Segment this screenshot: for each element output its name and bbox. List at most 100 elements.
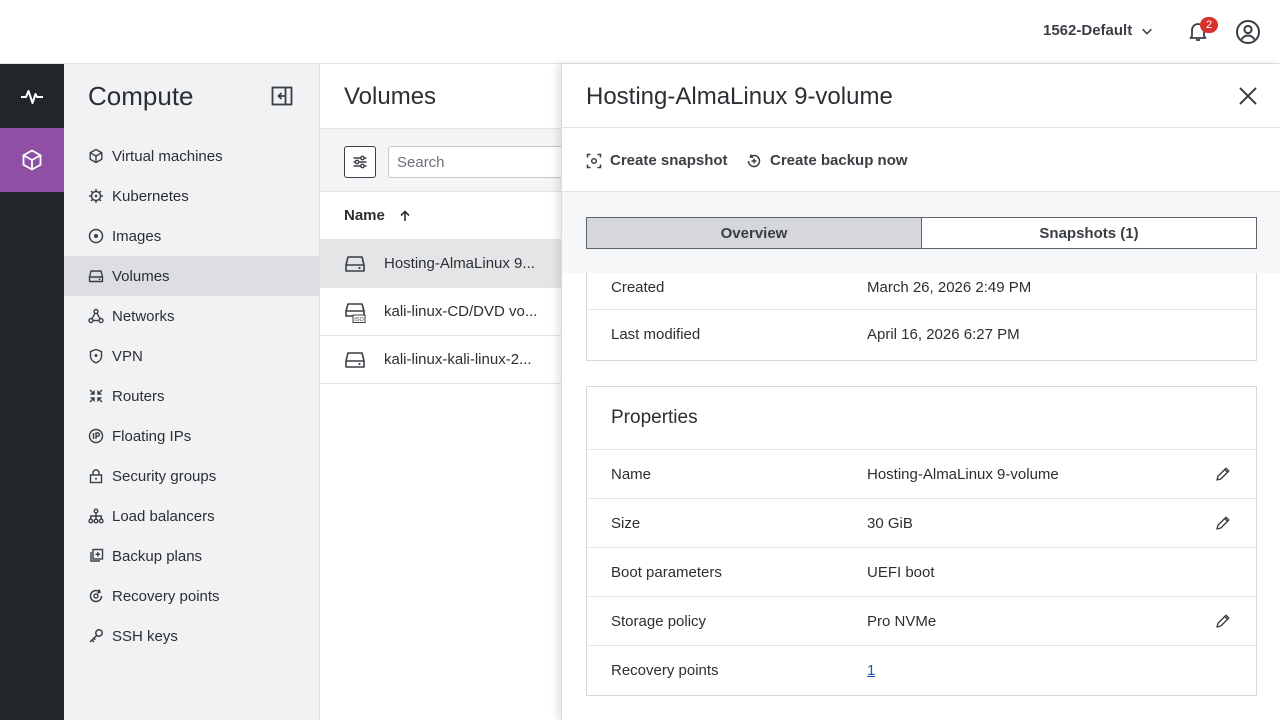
sidebar-item-label: Virtual machines xyxy=(112,147,223,165)
edit-storage-icon[interactable] xyxy=(1215,613,1231,629)
kubernetes-icon xyxy=(89,189,103,203)
modified-label: Last modified xyxy=(611,326,701,343)
hierarchy-icon xyxy=(88,508,104,524)
project-selector[interactable]: 1562-Default xyxy=(1043,22,1154,39)
tab-snapshots[interactable]: Snapshots (1) xyxy=(922,217,1257,249)
size-label: Size xyxy=(611,514,641,532)
shield-icon xyxy=(89,348,103,364)
sidebar-item-label: Kubernetes xyxy=(112,187,189,205)
sidebar-item-label: Floating IPs xyxy=(112,427,192,445)
modified-row: Last modified April 16, 2026 6:27 PM xyxy=(587,310,1256,359)
disc-icon xyxy=(88,228,104,244)
create-snapshot-label: Create snapshot xyxy=(610,152,728,169)
volume-name: kali-linux-CD/DVD vo... xyxy=(384,303,538,320)
storage-label: Storage policy xyxy=(611,612,707,630)
properties-card: Properties Name Hosting-AlmaLinux 9-volu… xyxy=(586,386,1257,696)
drawer-content[interactable]: Created March 26, 2026 2:49 PM Last modi… xyxy=(562,273,1280,720)
info-card: Created March 26, 2026 2:49 PM Last modi… xyxy=(586,273,1257,361)
size-row: Size 30 GiB xyxy=(587,499,1256,548)
sidebar-item-label: Volumes xyxy=(112,267,170,285)
create-snapshot-button[interactable]: Create snapshot xyxy=(586,152,728,169)
iso-drive-icon: ISO xyxy=(345,302,366,323)
key-icon xyxy=(89,629,103,643)
create-backup-label: Create backup now xyxy=(770,152,908,169)
drawer-title: Hosting-AlmaLinux 9-volume xyxy=(586,83,893,110)
name-row: Name Hosting-AlmaLinux 9-volume xyxy=(587,450,1256,499)
sidebar-item-kubernetes[interactable]: Kubernetes xyxy=(64,176,319,216)
create-backup-button[interactable]: Create backup now xyxy=(746,152,908,169)
drawer-header: Hosting-AlmaLinux 9-volume xyxy=(562,64,1280,128)
sidebar-item-label: VPN xyxy=(112,347,143,365)
snapshot-icon xyxy=(586,153,602,168)
column-header-label: Name xyxy=(344,207,385,224)
sidebar-nav: Virtual machines Kubernetes Images Volum… xyxy=(64,136,319,656)
recovery-points-link[interactable]: 1 xyxy=(867,662,875,679)
sliders-icon xyxy=(353,155,367,169)
pulse-icon xyxy=(21,90,43,104)
chevron-down-icon xyxy=(1142,28,1153,35)
created-label: Created xyxy=(611,279,665,296)
sidebar-item-label: Recovery points xyxy=(112,587,220,605)
properties-title: Properties xyxy=(587,387,1256,450)
volume-name: Hosting-AlmaLinux 9... xyxy=(384,255,535,272)
boot-label: Boot parameters xyxy=(611,563,722,581)
sidebar-item-floating-ips[interactable]: Floating IPs xyxy=(64,416,319,456)
sidebar-item-label: Images xyxy=(112,227,162,245)
name-value: Hosting-AlmaLinux 9-volume xyxy=(867,465,1059,483)
sidebar-item-ssh-keys[interactable]: SSH keys xyxy=(64,616,319,656)
cube-icon xyxy=(89,148,103,164)
sidebar-item-networks[interactable]: Networks xyxy=(64,296,319,336)
user-circle-icon xyxy=(1236,20,1260,44)
collapse-sidebar-button[interactable] xyxy=(270,84,294,108)
filter-button[interactable] xyxy=(344,146,376,178)
rail-item-compute[interactable] xyxy=(0,128,64,192)
ip-icon xyxy=(88,428,104,444)
created-row: Created March 26, 2026 2:49 PM xyxy=(587,273,1256,310)
name-label: Name xyxy=(611,465,652,483)
top-header: 1562-Default 2 xyxy=(0,0,1280,64)
network-icon xyxy=(88,308,104,324)
sidebar-item-volumes[interactable]: Volumes xyxy=(64,256,319,296)
close-icon xyxy=(1239,87,1257,105)
sidebar-item-vpn[interactable]: VPN xyxy=(64,336,319,376)
volume-detail-drawer: Hosting-AlmaLinux 9-volume Create snapsh… xyxy=(561,64,1280,720)
notifications-button[interactable]: 2 xyxy=(1186,17,1218,47)
sidebar-title: Compute xyxy=(88,81,194,111)
drawer-tabs: Overview Snapshots (1) xyxy=(586,217,1257,249)
boot-value: UEFI boot xyxy=(867,563,935,581)
app-rail xyxy=(0,64,64,720)
cube-icon xyxy=(22,149,42,171)
sidebar-item-label: Routers xyxy=(112,387,165,405)
edit-size-icon[interactable] xyxy=(1215,515,1231,531)
sidebar-item-routers[interactable]: Routers xyxy=(64,376,319,416)
drive-icon xyxy=(345,351,365,368)
backup-now-icon xyxy=(747,153,761,167)
drive-icon xyxy=(345,255,365,272)
sidebar-item-load-balancers[interactable]: Load balancers xyxy=(64,496,319,536)
sidebar-item-label: Load balancers xyxy=(112,507,215,525)
compute-sidebar: Compute Virtual machines Kubernetes Imag… xyxy=(64,64,320,720)
account-button[interactable] xyxy=(1235,19,1261,45)
project-name: 1562-Default xyxy=(1043,22,1133,39)
storage-value: Pro NVMe xyxy=(867,612,937,630)
tab-overview[interactable]: Overview xyxy=(586,217,922,249)
sidebar-item-recovery-points[interactable]: Recovery points xyxy=(64,576,319,616)
modified-value: April 16, 2026 6:27 PM xyxy=(867,326,1020,343)
sidebar-item-backup-plans[interactable]: Backup plans xyxy=(64,536,319,576)
recovery-row: Recovery points 1 xyxy=(587,646,1256,695)
sidebar-item-images[interactable]: Images xyxy=(64,216,319,256)
drawer-actions: Create snapshot Create backup now xyxy=(562,128,1280,192)
rail-item-monitoring[interactable] xyxy=(0,64,64,128)
sidebar-item-security-groups[interactable]: Security groups xyxy=(64,456,319,496)
notification-badge: 2 xyxy=(1200,17,1218,33)
backup-icon xyxy=(90,548,104,562)
close-drawer-button[interactable] xyxy=(1236,84,1260,108)
sidebar-item-virtual-machines[interactable]: Virtual machines xyxy=(64,136,319,176)
volume-name: kali-linux-kali-linux-2... xyxy=(384,351,532,368)
boot-row: Boot parameters UEFI boot xyxy=(587,548,1256,597)
sidebar-item-label: Networks xyxy=(112,307,175,325)
lock-icon xyxy=(89,469,103,484)
recovery-icon xyxy=(89,589,103,603)
sort-ascending-icon xyxy=(400,209,410,221)
edit-name-icon[interactable] xyxy=(1215,466,1231,482)
